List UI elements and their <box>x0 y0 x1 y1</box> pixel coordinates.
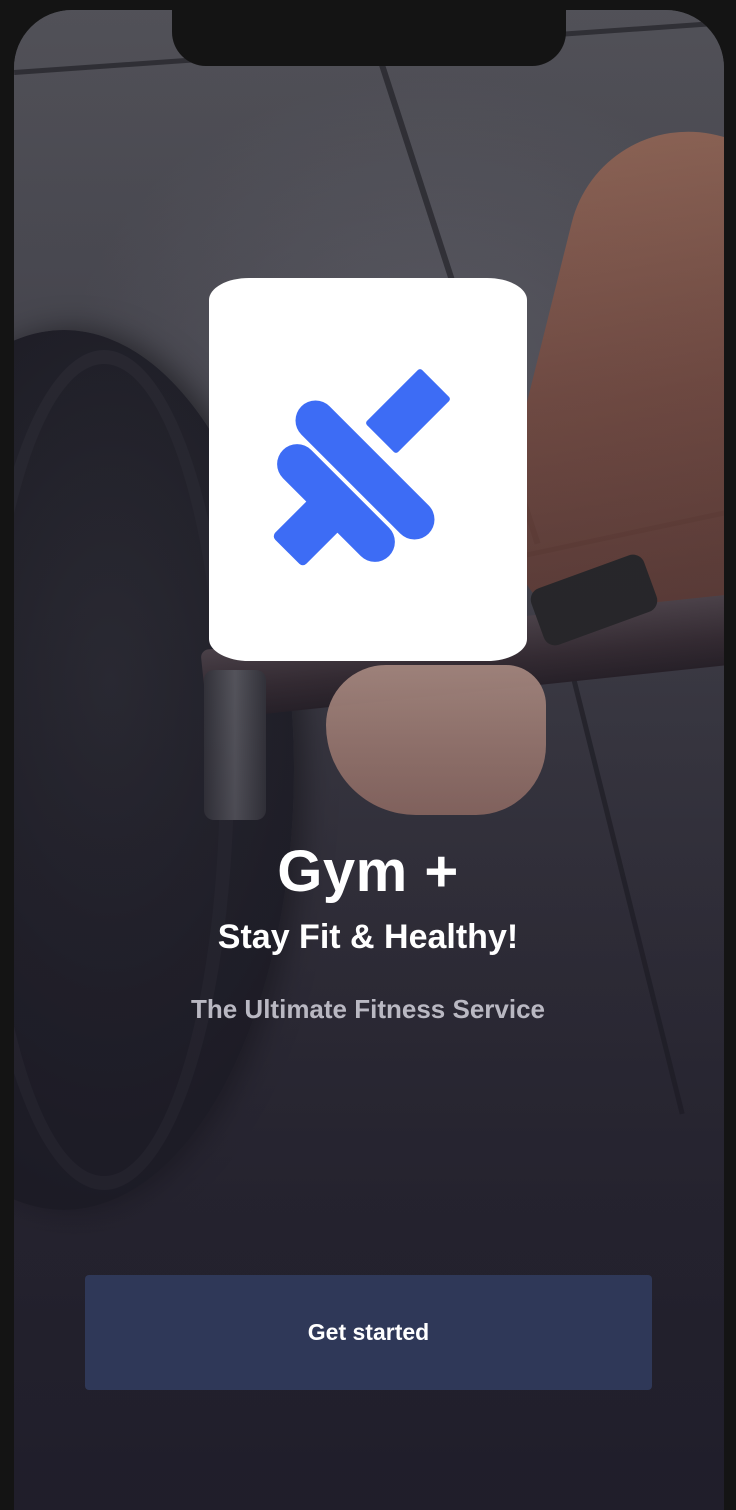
dumbbell-icon <box>273 368 450 565</box>
app-tagline: The Ultimate Fitness Service <box>190 994 546 1024</box>
get-started-button[interactable]: Get started <box>85 1275 652 1390</box>
app-subtitle: Stay Fit & Healthy! <box>217 918 519 956</box>
app-title: Gym + <box>277 839 459 904</box>
app-logo <box>209 278 527 661</box>
device-notch <box>172 0 566 66</box>
phone-frame: Gym + Stay Fit & Healthy! The Ultimate F… <box>0 0 736 1510</box>
